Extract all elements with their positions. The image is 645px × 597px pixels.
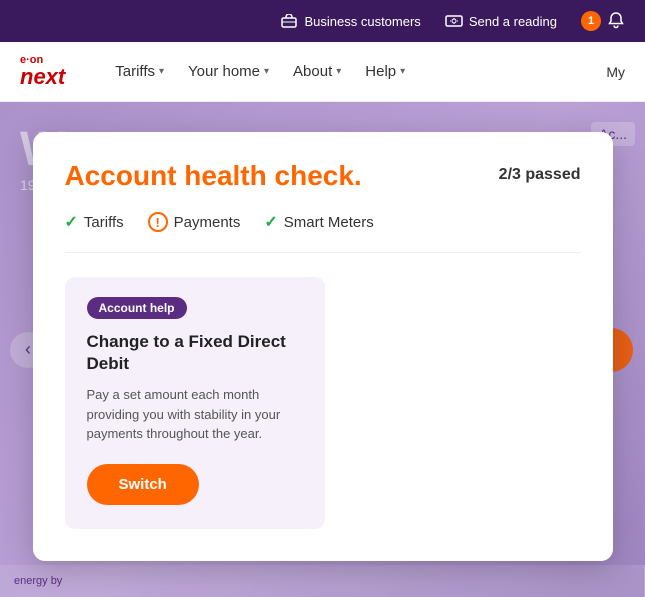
send-reading-link[interactable]: Send a reading [445, 12, 557, 30]
modal-title: Account health check. [65, 160, 362, 192]
chevron-down-icon: ▾ [336, 66, 341, 77]
check-pass-icon-2: ✓ [264, 212, 277, 232]
check-item-payments: ! Payments [148, 212, 241, 232]
check-smart-meters-label: Smart Meters [284, 214, 374, 231]
switch-button[interactable]: Switch [87, 464, 199, 505]
modal-header: Account health check. 2/3 passed [65, 160, 581, 192]
notification-badge: 1 [581, 11, 601, 31]
check-payments-label: Payments [174, 214, 241, 231]
page-background: Wo 192 G... Ac... ‹ t paym...payment...m… [0, 102, 645, 597]
nav-help[interactable]: Help ▾ [355, 55, 415, 88]
nav-items: Tariffs ▾ Your home ▾ About ▾ Help ▾ [105, 55, 606, 88]
modal-overlay: Account health check. 2/3 passed ✓ Tarif… [0, 102, 645, 597]
briefcase-icon [280, 12, 298, 30]
nav-about[interactable]: About ▾ [283, 55, 351, 88]
check-pass-icon: ✓ [65, 212, 78, 232]
nav-help-label: Help [365, 63, 396, 80]
notification-button[interactable]: 1 [581, 11, 625, 32]
check-item-smart-meters: ✓ Smart Meters [264, 212, 373, 232]
meter-icon [445, 12, 463, 30]
business-customers-label: Business customers [304, 14, 420, 29]
check-tariffs-label: Tariffs [84, 214, 124, 231]
card-description: Pay a set amount each month providing yo… [87, 385, 303, 444]
check-item-tariffs: ✓ Tariffs [65, 212, 124, 232]
nav-my[interactable]: My [606, 64, 625, 80]
card-badge: Account help [87, 297, 187, 319]
nav-tariffs[interactable]: Tariffs ▾ [105, 55, 174, 88]
logo-next: next [20, 66, 65, 88]
check-items-list: ✓ Tariffs ! Payments ✓ Smart Meters [65, 212, 581, 253]
notification-icon [607, 11, 625, 32]
chevron-down-icon: ▾ [159, 66, 164, 77]
nav-your-home[interactable]: Your home ▾ [178, 55, 279, 88]
card-title: Change to a Fixed Direct Debit [87, 331, 303, 375]
modal-passed: 2/3 passed [499, 160, 581, 184]
top-bar: Business customers Send a reading 1 [0, 0, 645, 42]
nav-your-home-label: Your home [188, 63, 260, 80]
health-check-modal: Account health check. 2/3 passed ✓ Tarif… [33, 132, 613, 561]
main-nav: e·on next Tariffs ▾ Your home ▾ About ▾ … [0, 42, 645, 102]
business-customers-link[interactable]: Business customers [280, 12, 420, 30]
account-help-card: Account help Change to a Fixed Direct De… [65, 277, 325, 529]
logo[interactable]: e·on next [20, 55, 65, 88]
chevron-down-icon: ▾ [264, 66, 269, 77]
send-reading-label: Send a reading [469, 14, 557, 29]
check-warn-icon: ! [148, 212, 168, 232]
chevron-down-icon: ▾ [400, 66, 405, 77]
nav-tariffs-label: Tariffs [115, 63, 155, 80]
nav-about-label: About [293, 63, 332, 80]
